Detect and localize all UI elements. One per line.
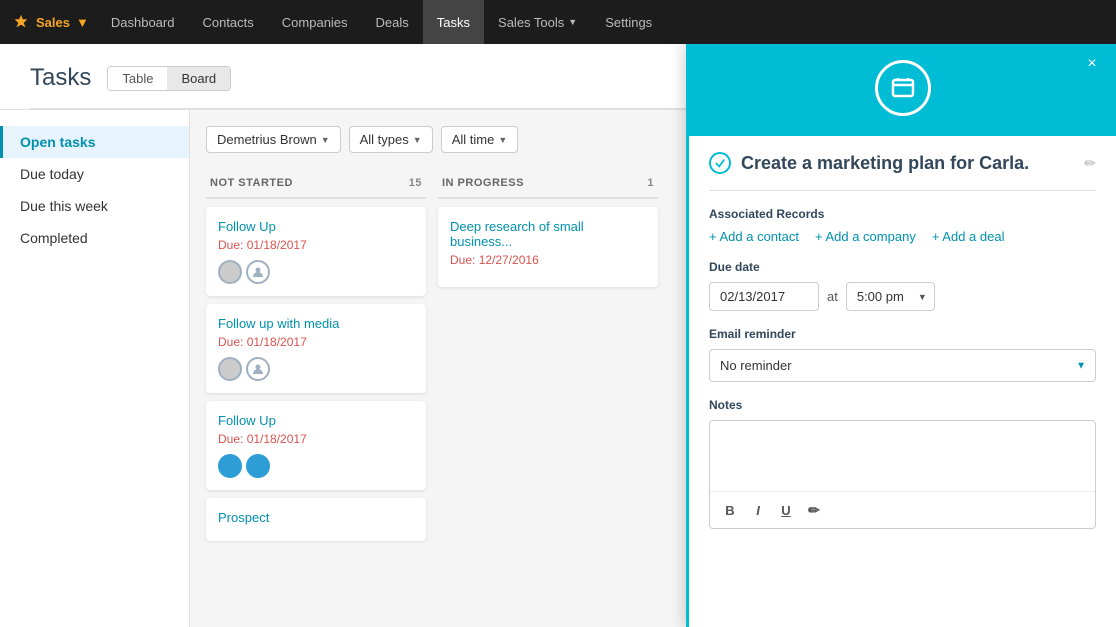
avatar: [246, 260, 270, 284]
filter-type[interactable]: All types ▼: [349, 126, 433, 153]
task-avatars: [218, 357, 414, 381]
notes-input[interactable]: [710, 421, 1095, 491]
panel-icon-circle: [875, 110, 931, 116]
right-panel: ×: [686, 110, 1116, 627]
associated-records-label: Associated Records: [709, 207, 1096, 221]
sidebar-item-due-today[interactable]: Due today: [0, 158, 189, 190]
reminder-label: Email reminder: [709, 327, 1096, 341]
tab-board[interactable]: Board: [167, 67, 230, 90]
sales-tools-chevron-icon: ▼: [568, 17, 577, 27]
panel-content: Create a marketing plan for Carla. ✏ Ass…: [689, 136, 1116, 627]
column-header-not-started: NOT STARTED 15: [206, 169, 426, 199]
nav-item-deals[interactable]: Deals: [362, 0, 423, 44]
edit-icon[interactable]: ✏: [1084, 155, 1096, 172]
assoc-links: + Add a contact + Add a company + Add a …: [709, 229, 1096, 244]
at-label: at: [827, 289, 838, 304]
nav-item-settings[interactable]: Settings: [591, 0, 666, 44]
task-title[interactable]: Follow Up: [218, 413, 414, 428]
panel-header: ×: [689, 110, 1116, 136]
reminder-select-wrap: No reminder 1 hour before 1 day before 1…: [709, 349, 1096, 382]
time-select[interactable]: 5:00 pm 5:30 pm 6:00 pm: [846, 282, 935, 311]
task-due: Due: 01/18/2017: [218, 335, 414, 349]
filter-type-chevron-icon: ▼: [413, 135, 422, 145]
filter-assignee-chevron-icon: ▼: [321, 135, 330, 145]
brand-chevron-icon: ▼: [76, 15, 89, 30]
task-card[interactable]: Deep research of small business... Due: …: [438, 207, 658, 287]
task-title[interactable]: Deep research of small business...: [450, 219, 646, 249]
content-area: Open tasks Due today Due this week Compl…: [0, 110, 1116, 627]
add-contact-link[interactable]: + Add a contact: [709, 229, 799, 244]
notes-editor: B I U ✏: [709, 420, 1096, 529]
avatar: [246, 357, 270, 381]
filter-assignee[interactable]: Demetrius Brown ▼: [206, 126, 341, 153]
column-not-started: NOT STARTED 15 Follow Up Due: 01/18/2017: [206, 169, 426, 569]
avatar: [218, 260, 242, 284]
nav-item-dashboard[interactable]: Dashboard: [97, 0, 189, 44]
due-date-section: Due date at 5:00 pm 5:30 pm 6:00 pm: [709, 260, 1096, 311]
sidebar-item-completed[interactable]: Completed: [0, 222, 189, 254]
panel-icon-area: [689, 110, 1116, 116]
associated-records-section: Associated Records + Add a contact + Add…: [709, 207, 1096, 244]
task-card[interactable]: Follow Up Due: 01/18/2017: [206, 207, 426, 296]
task-due: Due: 01/18/2017: [218, 432, 414, 446]
due-date-row: at 5:00 pm 5:30 pm 6:00 pm: [709, 282, 1096, 311]
nav-item-contacts[interactable]: Contacts: [188, 0, 267, 44]
nav-item-sales-tools[interactable]: Sales Tools ▼: [484, 0, 591, 44]
column-header-in-progress: IN PROGRESS 1: [438, 169, 658, 199]
sidebar-item-open-tasks[interactable]: Open tasks: [0, 126, 189, 158]
task-due: Due: 12/27/2016: [450, 253, 646, 267]
due-date-label: Due date: [709, 260, 1096, 274]
task-avatars: [218, 260, 414, 284]
eraser-button[interactable]: ✏: [802, 498, 826, 522]
task-title[interactable]: Follow up with media: [218, 316, 414, 331]
reminder-select[interactable]: No reminder 1 hour before 1 day before 1…: [709, 349, 1096, 382]
panel-task-header: Create a marketing plan for Carla. ✏: [709, 152, 1096, 191]
task-complete-toggle[interactable]: [709, 152, 731, 174]
email-reminder-section: Email reminder No reminder 1 hour before…: [709, 327, 1096, 382]
task-avatars: [218, 454, 414, 478]
task-title[interactable]: Prospect: [218, 510, 414, 525]
column-in-progress: IN PROGRESS 1 Deep research of small bus…: [438, 169, 658, 569]
filter-time-chevron-icon: ▼: [498, 135, 507, 145]
top-navigation: Sales ▼ Dashboard Contacts Companies Dea…: [0, 0, 1116, 44]
sidebar: Open tasks Due today Due this week Compl…: [0, 110, 190, 627]
notes-label: Notes: [709, 398, 1096, 412]
task-due: Due: 01/18/2017: [218, 238, 414, 252]
sidebar-item-due-this-week[interactable]: Due this week: [0, 190, 189, 222]
page-title: Tasks: [30, 64, 91, 92]
italic-button[interactable]: I: [746, 498, 770, 522]
nav-item-companies[interactable]: Companies: [268, 0, 362, 44]
brand-logo[interactable]: Sales ▼: [12, 13, 89, 31]
task-card[interactable]: Follow up with media Due: 01/18/2017: [206, 304, 426, 393]
bold-button[interactable]: B: [718, 498, 742, 522]
notes-section: Notes B I U ✏: [709, 398, 1096, 529]
tab-table[interactable]: Table: [108, 67, 167, 90]
underline-button[interactable]: U: [774, 498, 798, 522]
main-layout: Tasks Table Board Open tasks Due today D…: [0, 44, 1116, 627]
avatar: [218, 357, 242, 381]
filter-time[interactable]: All time ▼: [441, 126, 519, 153]
avatar: [218, 454, 242, 478]
time-select-wrap: 5:00 pm 5:30 pm 6:00 pm: [846, 282, 935, 311]
view-tabs: Table Board: [107, 66, 231, 91]
panel-task-title: Create a marketing plan for Carla.: [741, 153, 1074, 174]
notes-toolbar: B I U ✏: [710, 491, 1095, 528]
due-date-input[interactable]: [709, 282, 819, 311]
add-deal-link[interactable]: + Add a deal: [932, 229, 1005, 244]
task-card[interactable]: Follow Up Due: 01/18/2017: [206, 401, 426, 490]
task-title[interactable]: Follow Up: [218, 219, 414, 234]
avatar: [246, 454, 270, 478]
brand-label: Sales: [36, 15, 70, 30]
add-company-link[interactable]: + Add a company: [815, 229, 916, 244]
task-card[interactable]: Prospect: [206, 498, 426, 541]
nav-item-tasks[interactable]: Tasks: [423, 0, 484, 44]
